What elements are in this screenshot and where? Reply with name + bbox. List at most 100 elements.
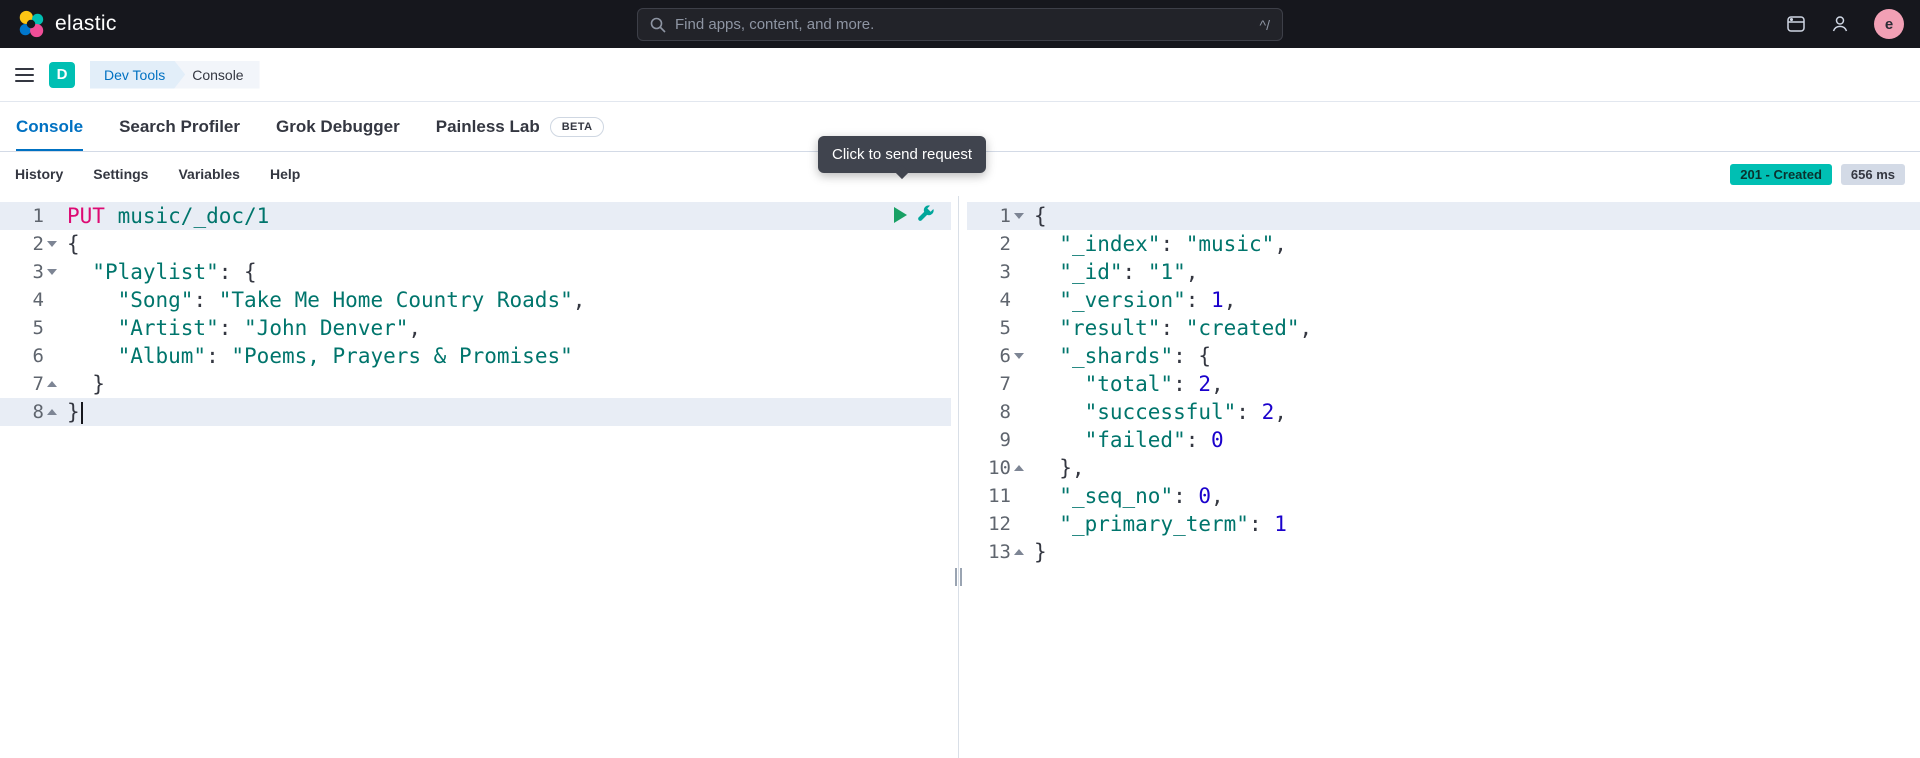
code-text: "Song": "Take Me Home Country Roads",	[60, 286, 585, 314]
tab-search-profiler[interactable]: Search Profiler	[119, 102, 240, 151]
code-line[interactable]: 9 "failed": 0	[967, 426, 1920, 454]
breadcrumb: Dev Tools Console	[90, 61, 260, 89]
tab-grok-debugger-label: Grok Debugger	[276, 117, 400, 137]
code-text: "_primary_term": 1	[1027, 510, 1287, 538]
global-header: elastic ^/ e	[0, 0, 1920, 48]
code-text: "Artist": "John Denver",	[60, 314, 421, 342]
code-line[interactable]: 2{	[0, 230, 951, 258]
code-text: "failed": 0	[1027, 426, 1224, 454]
code-text: }	[1027, 538, 1047, 566]
app-root: { "header": { "brand": "elastic", "searc…	[0, 0, 1920, 758]
line-number: 8	[0, 398, 60, 426]
code-line[interactable]: 5 "Artist": "John Denver",	[0, 314, 951, 342]
line-number: 10	[967, 454, 1027, 482]
brand[interactable]: elastic	[16, 9, 117, 39]
console-workspace: 1PUT music/_doc/12{3 "Playlist": {4 "Son…	[0, 196, 1920, 758]
line-number: 6	[967, 342, 1027, 370]
fold-toggle-icon[interactable]	[47, 241, 57, 247]
code-line[interactable]: 13}	[967, 538, 1920, 566]
code-text: "_version": 1,	[1027, 286, 1236, 314]
line-number: 4	[967, 286, 1027, 314]
send-request-icon[interactable]	[894, 207, 907, 223]
fold-toggle-icon[interactable]	[47, 409, 57, 415]
fold-toggle-icon[interactable]	[1014, 353, 1024, 359]
tab-console[interactable]: Console	[16, 102, 83, 151]
code-line[interactable]: 5 "result": "created",	[967, 314, 1920, 342]
global-search[interactable]: ^/	[637, 8, 1283, 41]
response-editor[interactable]: 1{2 "_index": "music",3 "_id": "1",4 "_v…	[967, 196, 1920, 758]
code-text: "result": "created",	[1027, 314, 1312, 342]
line-number: 13	[967, 538, 1027, 566]
code-text: }	[60, 370, 105, 398]
tooltip-text: Click to send request	[832, 146, 972, 163]
line-number: 1	[967, 202, 1027, 230]
breadcrumb-bar: D Dev Tools Console	[0, 48, 1920, 102]
code-line[interactable]: 10 },	[967, 454, 1920, 482]
user-icon[interactable]	[1830, 14, 1850, 34]
code-line[interactable]: 3 "_id": "1",	[967, 258, 1920, 286]
fold-toggle-icon[interactable]	[47, 269, 57, 275]
menu-history[interactable]: History	[15, 166, 63, 182]
code-text: "_seq_no": 0,	[1027, 482, 1224, 510]
code-text: }	[60, 398, 83, 426]
code-line[interactable]: 6 "Album": "Poems, Prayers & Promises"	[0, 342, 951, 370]
code-line[interactable]: 2 "_index": "music",	[967, 230, 1920, 258]
code-text: "successful": 2,	[1027, 398, 1287, 426]
code-line[interactable]: 1{	[967, 202, 1920, 230]
deployment-initial: D	[57, 66, 68, 83]
code-line[interactable]: 7 "total": 2,	[967, 370, 1920, 398]
menu-help[interactable]: Help	[270, 166, 300, 182]
menu-settings[interactable]: Settings	[93, 166, 148, 182]
code-text: },	[1027, 454, 1085, 482]
line-number: 11	[967, 482, 1027, 510]
panel-splitter[interactable]	[951, 196, 967, 758]
fold-toggle-icon[interactable]	[47, 381, 57, 387]
line-number: 4	[0, 286, 60, 314]
send-request-tooltip: Click to send request	[818, 136, 986, 173]
code-line[interactable]: 8 "successful": 2,	[967, 398, 1920, 426]
code-line[interactable]: 1PUT music/_doc/1	[0, 202, 951, 230]
tab-grok-debugger[interactable]: Grok Debugger	[276, 102, 400, 151]
code-line[interactable]: 3 "Playlist": {	[0, 258, 951, 286]
text-cursor	[81, 402, 83, 424]
fold-toggle-icon[interactable]	[1014, 549, 1024, 555]
code-line[interactable]: 11 "_seq_no": 0,	[967, 482, 1920, 510]
search-shortcut-hint: ^/	[1260, 17, 1270, 33]
deployment-badge[interactable]: D	[49, 62, 75, 88]
code-text: "_id": "1",	[1027, 258, 1198, 286]
time-badge: 656 ms	[1841, 164, 1905, 185]
code-line[interactable]: 8}	[0, 398, 951, 426]
code-line[interactable]: 7 }	[0, 370, 951, 398]
line-number: 9	[967, 426, 1027, 454]
line-number: 12	[967, 510, 1027, 538]
breadcrumb-console: Console	[172, 61, 259, 89]
code-line[interactable]: 6 "_shards": {	[967, 342, 1920, 370]
code-line[interactable]: 12 "_primary_term": 1	[967, 510, 1920, 538]
fold-toggle-icon[interactable]	[1014, 213, 1024, 219]
tab-console-label: Console	[16, 117, 83, 137]
deployment-icon[interactable]	[1786, 14, 1806, 34]
tab-search-profiler-label: Search Profiler	[119, 117, 240, 137]
line-number: 2	[0, 230, 60, 258]
wrench-icon[interactable]	[916, 204, 935, 223]
line-number: 3	[967, 258, 1027, 286]
fold-toggle-icon[interactable]	[1014, 465, 1024, 471]
tab-painless-lab[interactable]: Painless Lab BETA	[436, 102, 605, 151]
search-input[interactable]	[675, 16, 1251, 33]
code-line[interactable]: 4 "_version": 1,	[967, 286, 1920, 314]
beta-badge: BETA	[550, 117, 605, 137]
line-number: 8	[967, 398, 1027, 426]
menu-icon[interactable]	[15, 68, 34, 82]
elastic-logo	[16, 9, 46, 39]
line-number: 7	[967, 370, 1027, 398]
menu-variables[interactable]: Variables	[178, 166, 240, 182]
code-line[interactable]: 4 "Song": "Take Me Home Country Roads",	[0, 286, 951, 314]
breadcrumb-dev-tools[interactable]: Dev Tools	[90, 61, 185, 89]
line-number: 2	[967, 230, 1027, 258]
splitter-handle-icon[interactable]	[955, 568, 962, 586]
request-editor[interactable]: 1PUT music/_doc/12{3 "Playlist": {4 "Son…	[0, 196, 951, 758]
code-text: {	[60, 230, 80, 258]
line-number: 3	[0, 258, 60, 286]
user-avatar[interactable]: e	[1874, 9, 1904, 39]
avatar-initial: e	[1885, 16, 1893, 33]
